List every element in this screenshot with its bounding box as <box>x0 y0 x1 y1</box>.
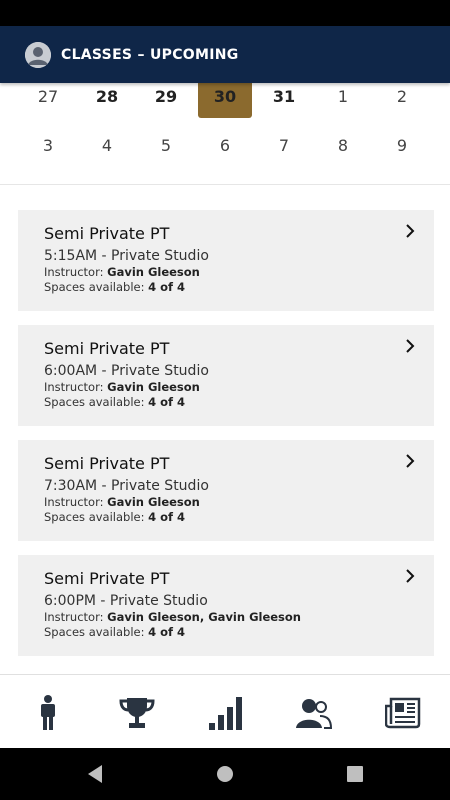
class-spaces: Spaces available: 4 of 4 <box>44 395 186 409</box>
calendar-day[interactable]: 2 <box>375 79 429 114</box>
chevron-right-icon <box>406 339 415 353</box>
chevron-right-icon <box>406 224 415 238</box>
calendar-day[interactable]: 29 <box>139 79 193 114</box>
calendar-day[interactable]: 9 <box>375 128 429 163</box>
system-navigation-bar <box>0 748 450 800</box>
class-list: Semi Private PT 5:15AM - Private Studio … <box>18 210 434 670</box>
class-spaces: Spaces available: 4 of 4 <box>44 280 186 294</box>
class-instructor: Instructor: Gavin Gleeson <box>44 265 200 279</box>
class-instructor: Instructor: Gavin Gleeson <box>44 495 200 509</box>
class-instructor: Instructor: Gavin Gleeson <box>44 380 200 394</box>
chevron-right-icon <box>406 454 415 468</box>
class-card[interactable]: Semi Private PT 7:30AM - Private Studio … <box>18 440 434 541</box>
class-time: 6:00PM - Private Studio <box>44 593 208 609</box>
page-title: CLASSES – UPCOMING <box>61 46 239 63</box>
calendar-day[interactable]: 4 <box>80 128 134 163</box>
week-calendar: 27 28 29 30 31 1 2 3 4 5 6 7 8 9 <box>0 83 450 185</box>
class-name: Semi Private PT <box>44 569 170 588</box>
person-icon[interactable] <box>28 693 68 733</box>
profile-avatar-icon[interactable] <box>25 41 51 68</box>
calendar-day-selected[interactable]: 30 <box>198 83 252 118</box>
class-name: Semi Private PT <box>44 224 170 243</box>
stats-bar-chart-icon[interactable] <box>205 693 245 733</box>
class-time: 7:30AM - Private Studio <box>44 478 209 494</box>
calendar-day[interactable]: 1 <box>316 79 370 114</box>
recents-square-icon[interactable] <box>346 764 364 784</box>
class-card[interactable]: Semi Private PT 6:00AM - Private Studio … <box>18 325 434 426</box>
calendar-week-row: 27 28 29 30 31 1 2 <box>0 83 450 118</box>
class-spaces: Spaces available: 4 of 4 <box>44 625 186 639</box>
status-bar <box>0 0 450 26</box>
calendar-day[interactable]: 31 <box>257 79 311 114</box>
calendar-day[interactable]: 8 <box>316 128 370 163</box>
class-card[interactable]: Semi Private PT 5:15AM - Private Studio … <box>18 210 434 311</box>
calendar-week-row: 3 4 5 6 7 8 9 <box>0 128 450 163</box>
class-time: 6:00AM - Private Studio <box>44 363 209 379</box>
calendar-day[interactable]: 6 <box>198 128 252 163</box>
class-spaces: Spaces available: 4 of 4 <box>44 510 186 524</box>
app-header: CLASSES – UPCOMING <box>0 26 450 83</box>
class-card[interactable]: Semi Private PT 6:00PM - Private Studio … <box>18 555 434 656</box>
calendar-day[interactable]: 3 <box>21 128 75 163</box>
calendar-day[interactable]: 27 <box>21 79 75 114</box>
class-instructor: Instructor: Gavin Gleeson, Gavin Gleeson <box>44 610 301 624</box>
class-time: 5:15AM - Private Studio <box>44 248 209 264</box>
back-triangle-icon[interactable] <box>86 764 104 784</box>
class-name: Semi Private PT <box>44 339 170 358</box>
bottom-navigation <box>0 674 450 748</box>
users-icon[interactable] <box>294 693 334 733</box>
calendar-day[interactable]: 28 <box>80 79 134 114</box>
chevron-right-icon <box>406 569 415 583</box>
home-circle-icon[interactable] <box>216 764 234 784</box>
trophy-icon[interactable] <box>117 693 157 733</box>
class-name: Semi Private PT <box>44 454 170 473</box>
calendar-day[interactable]: 7 <box>257 128 311 163</box>
news-icon[interactable] <box>383 693 423 733</box>
calendar-day[interactable]: 5 <box>139 128 193 163</box>
